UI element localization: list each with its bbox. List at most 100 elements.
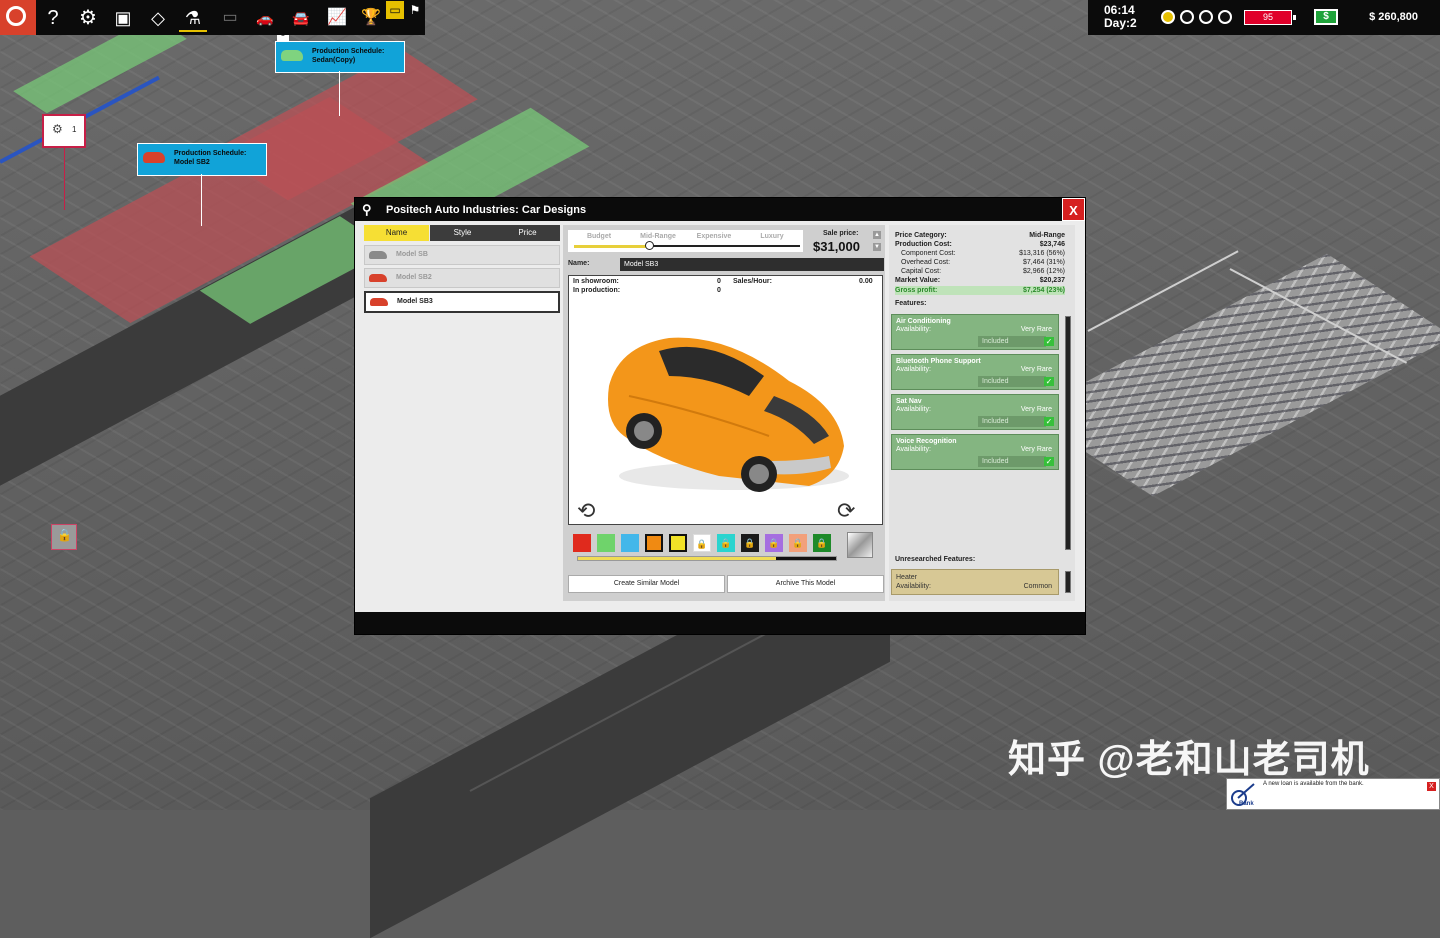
company-logo-icon[interactable] [0,0,36,35]
production-schedule-tag[interactable]: Production Schedule: Sedan(Copy) [275,41,405,73]
price-range-slider[interactable]: Budget Mid-Range Expensive Luxury [568,230,803,252]
sales-per-hour-value: 0.00 [859,278,873,285]
money-display: $ 260,800 [1369,11,1418,23]
color-swatch-locked[interactable]: 🔒 [693,534,711,552]
trophy-icon[interactable]: 🏆 [357,4,385,32]
close-notification-button[interactable]: X [1427,782,1436,791]
play-button[interactable] [1180,10,1194,24]
sales-per-hour-label: Sales/Hour: [733,278,772,285]
feature-card[interactable]: Sat Nav Availability: Very Rare Included… [891,394,1059,430]
status-bar: 06:14 Day:2 95 $ $ 260,800 [1088,0,1440,35]
fast-forward-button[interactable] [1199,10,1213,24]
fastest-forward-button[interactable] [1218,10,1232,24]
lock-icon: 🔒 [720,538,732,548]
rotate-right-icon[interactable]: ⟳ [837,498,855,524]
lock-icon: 🔒 [816,538,828,548]
tab-style[interactable]: Style [430,225,495,241]
feature-name: Voice Recognition [896,438,957,445]
close-button[interactable]: X [1062,198,1085,221]
color-swatch-locked[interactable]: 🔒 [741,534,759,552]
lock-icon: 🔒 [696,539,708,549]
model-list-item[interactable]: Model SB3 [364,291,560,313]
dialog-titlebar[interactable]: ⚲ Positech Auto Industries: Car Designs [355,198,1085,221]
rotate-left-icon[interactable]: ⟲ [577,498,595,524]
flag-icon[interactable]: ⚑ [406,1,424,19]
monitor-icon[interactable]: ▭ [386,1,404,19]
color-swatch-locked[interactable]: 🔒 [789,534,807,552]
range-mid: Mid-Range [640,233,676,240]
color-swatch[interactable] [645,534,663,552]
sale-price-value: $31,000 [813,239,860,254]
feature-card[interactable]: Voice Recognition Availability: Very Rar… [891,434,1059,470]
worker-marker[interactable]: ⚙ 1 [42,114,86,148]
marketing-icon[interactable]: ▭ [216,4,244,32]
checkbox-icon[interactable]: ✓ [1044,337,1054,346]
feature-name: Sat Nav [896,398,922,405]
car-thumbnail-icon [369,274,387,282]
feature-card[interactable]: Bluetooth Phone Support Availability: Ve… [891,354,1059,390]
car-render [608,337,849,492]
model-list-item[interactable]: Model SB [364,245,560,265]
checkbox-icon[interactable]: ✓ [1044,457,1054,466]
metallic-paint-button[interactable] [847,532,873,558]
price-up-button[interactable]: ▲ [873,231,881,239]
pause-button[interactable] [1161,10,1175,24]
price-category-row: Price Category: Mid-Range [895,232,1065,239]
archive-model-button[interactable]: Archive This Model [727,575,884,593]
color-swatch-locked[interactable]: 🔒 [717,534,735,552]
lock-icon: 🔒 [792,538,804,548]
color-swatch-locked[interactable]: 🔒 [813,534,831,552]
office-area [1027,253,1440,497]
color-slider[interactable] [577,556,837,561]
save-icon[interactable]: ▣ [109,4,137,32]
checkbox-icon[interactable]: ✓ [1044,417,1054,426]
included-label: Included [978,376,1046,387]
chart-icon[interactable]: 📈 [323,4,351,32]
unresearched-heading: Unresearched Features: [895,556,976,563]
model-list-item[interactable]: Model SB2 [364,268,560,288]
color-swatch[interactable] [669,534,687,552]
locked-plot[interactable]: 🔒 [51,524,77,550]
sale-price-label: Sale price: [823,230,859,237]
color-swatch[interactable] [597,534,615,552]
schedule-title: Production Schedule: [174,150,247,157]
range-expensive: Expensive [696,233,732,240]
feature-rarity: Very Rare [1020,406,1052,413]
range-knob[interactable] [644,241,654,250]
unresearched-scrollbar[interactable] [1065,571,1071,593]
create-similar-model-button[interactable]: Create Similar Model [568,575,725,593]
unresearched-feature-card[interactable]: Heater Availability: Common [891,569,1059,595]
car-preview[interactable]: In showroom: 0 In production: 0 Sales/Ho… [568,275,883,525]
cash-icon[interactable]: $ [1314,9,1338,25]
model-name: Model SB [396,251,428,258]
bank-loan-notification[interactable]: Bank A new loan is available from the ba… [1226,778,1440,810]
price-down-button[interactable]: ▼ [873,243,881,251]
car-designs-icon[interactable]: 🚘 [287,4,315,32]
included-label: Included [978,456,1046,467]
color-swatch-locked[interactable]: 🔒 [765,534,783,552]
schedule-model: Sedan(Copy) [312,57,356,64]
car-icon [143,152,165,163]
tab-name[interactable]: Name [364,225,429,241]
feature-card[interactable]: Air Conditioning Availability: Very Rare… [891,314,1059,350]
features-scrollbar[interactable] [1065,316,1071,550]
tab-price[interactable]: Price [495,225,560,241]
notification-message: A new loan is available from the bank. [1263,781,1364,787]
production-schedule-tag[interactable]: Production Schedule: Model SB2 [137,143,267,176]
schedule-model: Model SB2 [174,159,210,166]
market-value-row: Market Value: $20,237 [895,277,1065,284]
color-swatch[interactable] [573,534,591,552]
model-name-input[interactable]: Model SB3 [620,258,884,271]
checkbox-icon[interactable]: ✓ [1044,377,1054,386]
lock-icon: 🔒 [768,538,780,548]
in-showroom-value: 0 [717,278,721,285]
help-icon[interactable]: ? [39,4,67,32]
power-battery-icon[interactable]: 95 [1244,10,1296,25]
car-models-icon[interactable]: 🚗 [251,4,279,32]
settings-icon[interactable]: ⚙ [74,4,102,32]
layout-icon[interactable]: ◇ [144,4,172,32]
research-icon[interactable]: ⚗ [179,4,207,32]
color-swatch[interactable] [621,534,639,552]
included-label: Included [978,336,1046,347]
range-budget: Budget [586,233,612,240]
